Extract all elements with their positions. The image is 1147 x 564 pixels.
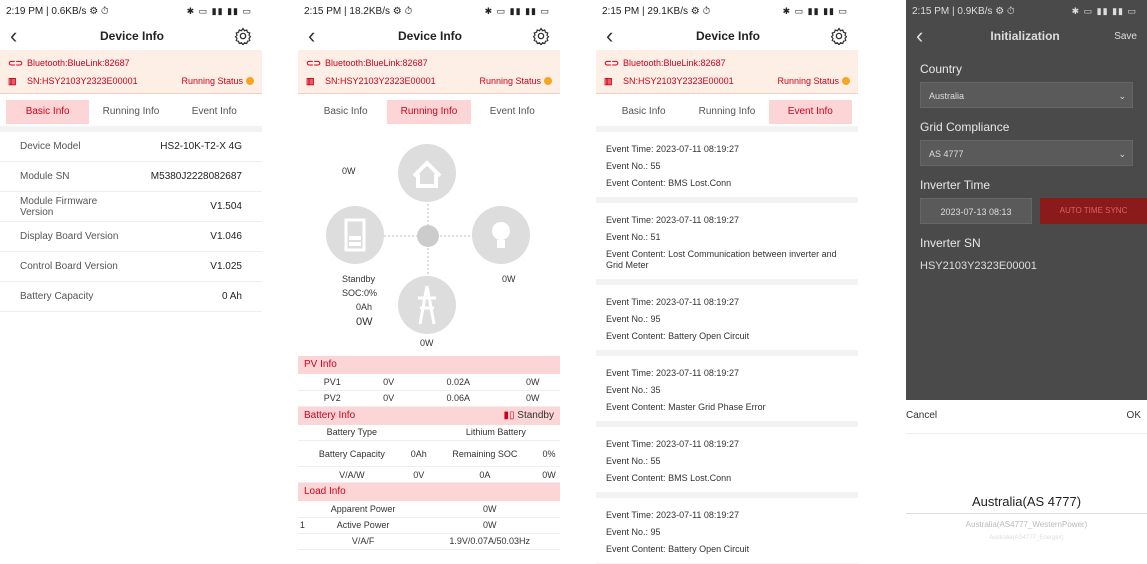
running-info-screen: 2:15 PM | 18.2KB/s ⚙ ⏱ ✱ ▭ ▮▮ ▮▮ ▭ ‹ Devi… <box>298 0 560 564</box>
picker-sheet: Cancel OK Australia(AS 4777) Australia(A… <box>906 400 1147 564</box>
back-icon[interactable]: ‹ <box>10 25 30 47</box>
country-select[interactable]: Australia ⌄ <box>920 82 1133 108</box>
settings-icon[interactable] <box>830 27 848 45</box>
page-title: Device Info <box>99 29 165 43</box>
settings-icon[interactable] <box>234 27 252 45</box>
device-banner: ⊂⊃ Bluetooth:BlueLink:82687 ▥ SN:HSY2103Y2… <box>298 50 560 94</box>
initialization-screen: 2:15 PM | 0.9KB/s ⚙ ⏱ ✱ ▭ ▮▮ ▮▮ ▭ ‹ Initi… <box>906 0 1147 564</box>
picker-option[interactable]: Australia(AS4777_Energex) <box>906 535 1147 541</box>
picker-option[interactable]: Australia(AS4777_WesternPower) <box>906 520 1147 529</box>
device-banner: ⊂⊃ Bluetooth:BlueLink:82687 ▥ SN:HSY2103Y2… <box>596 50 858 94</box>
save-button[interactable]: Save <box>1114 31 1137 42</box>
tab-event-info[interactable]: Event Info <box>768 100 852 124</box>
link-icon: ⊂⊃ <box>306 57 322 68</box>
row-module-sn: Module SN M5380J2228082687 <box>0 162 262 192</box>
settings-icon[interactable] <box>532 27 550 45</box>
grid-compliance-label: Grid Compliance <box>920 120 1010 134</box>
battery-table: Battery Type Lithium Battery Battery Capa… <box>298 424 560 483</box>
status-dot-icon <box>544 77 552 85</box>
back-icon[interactable]: ‹ <box>606 25 626 47</box>
device-banner: ⊂⊃ Bluetooth:BlueLink:82687 ▥ SN:HSY2103Y2… <box>0 50 262 94</box>
inverter-sn-value: HSY2103Y2323E00001 <box>920 260 1037 272</box>
page-title: Device Info <box>397 29 463 43</box>
status-dot-icon <box>842 77 850 85</box>
back-icon[interactable]: ‹ <box>916 25 936 47</box>
event-item: Event Time: 2023-07-11 08:19:27 Event No.… <box>596 356 858 427</box>
status-dot-icon <box>246 77 254 85</box>
battery-icon <box>326 206 384 264</box>
home-icon <box>398 144 456 202</box>
tab-event-info[interactable]: Event Info <box>173 100 256 124</box>
tab-running-info[interactable]: Running Info <box>685 100 768 124</box>
load-info-header: Load Info <box>298 483 560 501</box>
ok-button[interactable]: OK <box>1127 410 1141 421</box>
link-icon: ⊂⊃ <box>8 57 24 68</box>
row-control-board: Control Board Version V1.025 <box>0 252 262 282</box>
event-item: Event Time: 2023-07-11 08:19:27 Event No.… <box>596 132 858 203</box>
row-device-model: Device Model HS2-10K-T2-X 4G <box>0 132 262 162</box>
grid-compliance-select[interactable]: AS 4777 ⌄ <box>920 140 1133 166</box>
status-bar: 2:19 PM | 0.6KB/s ⚙ ⏱ ✱ ▭ ▮▮ ▮▮ ▭ <box>6 5 252 17</box>
inverter-time-field[interactable]: 2023-07-13 08:13 <box>920 198 1032 224</box>
row-module-firmware: Module Firmware Version V1.504 <box>0 192 262 222</box>
nav-bar: ‹ Device Info <box>0 22 262 50</box>
event-info-screen: 2:15 PM | 29.1KB/s ⚙ ⏱ ✱ ▭ ▮▮ ▮▮ ▭ ‹ Devi… <box>596 0 858 564</box>
row-display-board: Display Board Version V1.046 <box>0 222 262 252</box>
status-bar: 2:15 PM | 0.9KB/s ⚙ ⏱ ✱ ▭ ▮▮ ▮▮ ▭ <box>912 5 1137 17</box>
pv-info-header: PV Info <box>298 356 560 374</box>
pv-table: PV1 0V 0.02A 0W PV2 0V 0.06A 0W <box>298 374 560 407</box>
event-item: Event Time: 2023-07-11 08:19:27 Event No.… <box>596 285 858 356</box>
page-title: Device Info <box>695 29 761 43</box>
event-item: Event Time: 2023-07-11 08:19:27 Event No.… <box>596 498 858 564</box>
status-bar: 2:15 PM | 18.2KB/s ⚙ ⏱ ✱ ▭ ▮▮ ▮▮ ▭ <box>304 5 550 17</box>
row-battery-capacity: Battery Capacity 0 Ah <box>0 282 262 312</box>
pv-bulb-icon <box>472 206 530 264</box>
inverter-sn-label: Inverter SN <box>920 236 981 250</box>
page-title: Initialization <box>990 29 1060 43</box>
grid-tower-icon <box>398 276 456 334</box>
tab-event-info[interactable]: Event Info <box>471 100 554 124</box>
inverter-time-label: Inverter Time <box>920 178 991 192</box>
tab-basic-info[interactable]: Basic Info <box>304 100 387 124</box>
barcode-icon: ▥ <box>604 75 613 86</box>
country-label: Country <box>920 62 963 76</box>
event-item: Event Time: 2023-07-11 08:19:27 Event No.… <box>596 427 858 498</box>
inverter-icon <box>417 225 439 247</box>
tab-basic-info[interactable]: Basic Info <box>602 100 685 124</box>
tab-running-info[interactable]: Running Info <box>387 100 471 124</box>
chevron-down-icon: ⌄ <box>1118 91 1126 101</box>
chevron-down-icon: ⌄ <box>1118 149 1126 159</box>
link-icon: ⊂⊃ <box>604 57 620 68</box>
tab-running-info[interactable]: Running Info <box>89 100 172 124</box>
event-item: Event Time: 2023-07-11 08:19:27 Event No.… <box>596 203 858 285</box>
energy-flow-diagram: 0W Standby SOC:0% 0Ah 0W 0W 0W <box>298 126 560 356</box>
load-table: Apparent Power 0W 1 Active Power 0W V/A/F 1.… <box>298 501 560 550</box>
cancel-button[interactable]: Cancel <box>906 410 937 421</box>
barcode-icon: ▥ <box>306 75 315 86</box>
tab-basic-info[interactable]: Basic Info <box>6 100 90 124</box>
back-icon[interactable]: ‹ <box>308 25 328 47</box>
picker-option-selected[interactable]: Australia(AS 4777) <box>906 494 1147 514</box>
auto-time-sync-button[interactable]: AUTO TIME SYNC <box>1040 198 1147 224</box>
basic-info-screen: 2:19 PM | 0.6KB/s ⚙ ⏱ ✱ ▭ ▮▮ ▮▮ ▭ ‹ Devic… <box>0 0 262 564</box>
battery-info-header: Battery Info ▮▯ Standby <box>298 406 560 425</box>
barcode-icon: ▥ <box>8 75 17 86</box>
status-bar: 2:15 PM | 29.1KB/s ⚙ ⏱ ✱ ▭ ▮▮ ▮▮ ▭ <box>602 5 848 17</box>
